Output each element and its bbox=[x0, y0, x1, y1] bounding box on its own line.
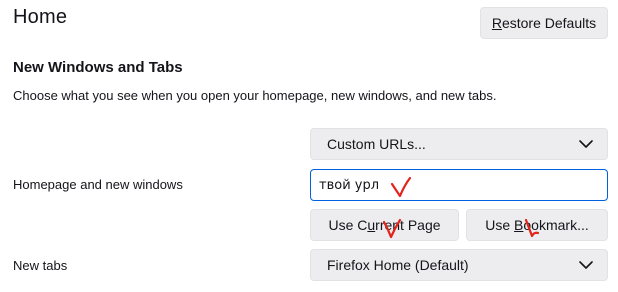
new-tabs-value: Firefox Home (Default) bbox=[327, 257, 469, 273]
new-tabs-label: New tabs bbox=[13, 258, 68, 273]
restore-defaults-button[interactable]: Restore Defaults bbox=[480, 7, 608, 39]
use-current-page-label: Use Current Page bbox=[328, 217, 441, 233]
homepage-label: Homepage and new windows bbox=[13, 177, 183, 192]
chevron-down-icon bbox=[579, 261, 593, 269]
homepage-mode-select[interactable]: Custom URLs... bbox=[310, 128, 608, 160]
homepage-url-input[interactable] bbox=[310, 169, 608, 201]
chevron-down-icon bbox=[579, 140, 593, 148]
restore-defaults-label: Restore Defaults bbox=[491, 15, 597, 31]
section-description: Choose what you see when you open your h… bbox=[13, 88, 497, 103]
use-bookmark-label: Use Bookmark... bbox=[485, 217, 589, 233]
new-tabs-select[interactable]: Firefox Home (Default) bbox=[310, 249, 608, 281]
section-heading: New Windows and Tabs bbox=[13, 59, 183, 76]
use-bookmark-button[interactable]: Use Bookmark... bbox=[466, 209, 608, 241]
use-current-page-button[interactable]: Use Current Page bbox=[310, 209, 459, 241]
homepage-mode-value: Custom URLs... bbox=[327, 136, 426, 152]
page-title: Home bbox=[13, 6, 68, 28]
